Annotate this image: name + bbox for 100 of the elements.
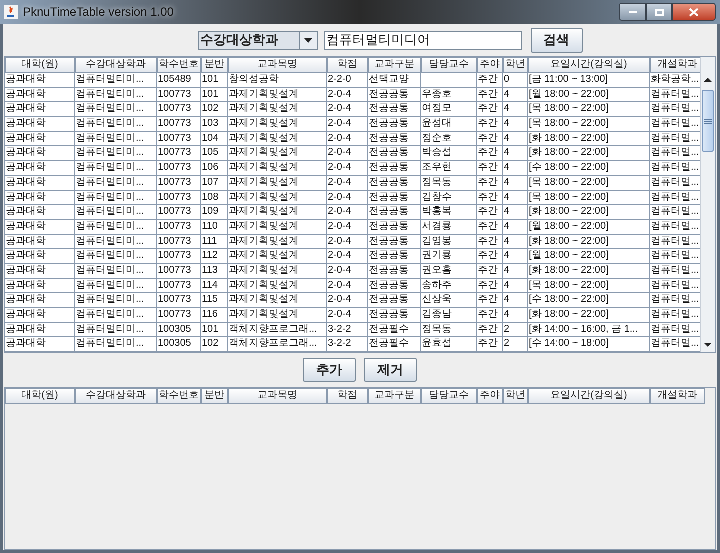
table-cell: 2 (503, 337, 528, 352)
search-button[interactable]: 검색 (530, 28, 582, 52)
column-header[interactable]: 개설학과 (650, 57, 700, 73)
action-button[interactable]: 제거 (364, 358, 417, 382)
table-cell: 권오흠 (421, 264, 477, 279)
table-cell: 100773 (157, 132, 201, 146)
column-header[interactable]: 교과목명 (228, 388, 327, 404)
table-cell: 전공공통 (368, 161, 421, 176)
table-cell: 조우현 (421, 161, 477, 176)
column-header[interactable]: 수강대상학과 (75, 57, 157, 73)
table-cell: 전공공통 (368, 278, 421, 294)
table-cell: 100773 (157, 102, 201, 118)
table-cell: 4 (503, 132, 528, 146)
table-cell: 과제기획및설계 (228, 102, 327, 118)
table-cell: 100773 (157, 234, 201, 250)
column-header[interactable]: 학점 (327, 57, 368, 73)
table-cell: 100305 (157, 337, 201, 352)
close-icon (689, 8, 699, 16)
table-cell: 100773 (157, 88, 201, 102)
table-cell: [화 18:00 ~ 22:00] (528, 264, 650, 279)
column-header[interactable]: 분반 (201, 57, 228, 73)
table-cell: 4 (503, 161, 528, 176)
table-cell: 주간 (477, 146, 503, 162)
table-cell: 공과대학 (5, 234, 75, 250)
table-cell: 컴퓨터멀티미... (75, 337, 157, 352)
table-cell: 2-2-0 (327, 73, 368, 88)
column-header[interactable]: 학수번호 (157, 57, 201, 73)
table-cell: 주간 (477, 264, 503, 279)
table-cell: 101 (201, 73, 228, 88)
table-cell: [화 18:00 ~ 22:00] (528, 234, 650, 250)
table-cell: 컴퓨터멀티미... (75, 146, 157, 162)
category-dropdown[interactable]: 수강대상학과 (198, 30, 318, 50)
column-header[interactable]: 주야 (477, 388, 503, 404)
table-cell: 4 (503, 249, 528, 264)
table-cell: 전공공통 (368, 146, 421, 162)
table-cell: 과제기획및설계 (228, 190, 327, 206)
search-field[interactable]: 컴퓨터멀티미디어 (324, 30, 522, 50)
table-cell: 100773 (157, 293, 201, 308)
close-button[interactable] (672, 3, 716, 21)
table-cell: 권기룡 (421, 249, 477, 264)
table-cell: 전공공통 (368, 102, 421, 118)
table-cell: 공과대학 (5, 73, 75, 88)
table-cell: 컴퓨터멀티미... (75, 278, 157, 294)
table-cell: 4 (503, 146, 528, 162)
table-cell: 과제기획및설계 (228, 117, 327, 132)
column-header[interactable]: 학점 (327, 388, 368, 404)
table-cell: 컴퓨터멀티미... (75, 308, 157, 323)
table-cell: 주간 (477, 220, 503, 235)
action-button[interactable]: 추가 (303, 358, 356, 382)
column-header[interactable]: 수강대상학과 (75, 388, 157, 404)
column-header[interactable]: 대학(원) (5, 388, 75, 404)
column-header[interactable]: 학수번호 (157, 388, 201, 404)
window-title: PknuTimeTable version 1.00 (23, 4, 174, 21)
table-cell: 컴퓨터멀티미... (75, 293, 157, 308)
maximize-button[interactable] (646, 3, 672, 21)
column-header[interactable]: 요일시간(강의실) (528, 57, 650, 73)
table-cell: 108 (201, 190, 228, 206)
table-cell: [목 18:00 ~ 22:00] (528, 278, 650, 294)
table-cell: 107 (201, 176, 228, 190)
table-cell: 2-0-4 (327, 249, 368, 264)
table-cell: [목 18:00 ~ 22:00] (528, 190, 650, 206)
scroll-thumb[interactable] (702, 90, 714, 152)
table-cell: 주간 (477, 102, 503, 118)
column-header[interactable]: 대학(원) (5, 57, 75, 73)
scrollbar[interactable] (700, 57, 715, 352)
table-cell: 102 (201, 102, 228, 118)
column-header[interactable]: 담당교수 (421, 388, 477, 404)
table-cell: [화 14:00 ~ 16:00, 금 1... (528, 322, 650, 338)
table-cell: 선택교양 (368, 73, 421, 88)
table-cell: 공과대학 (5, 146, 75, 162)
column-header[interactable]: 분반 (201, 388, 228, 404)
column-header[interactable]: 학년 (503, 388, 528, 404)
table-cell: 컴퓨터멀티미... (75, 117, 157, 132)
minimize-button[interactable] (619, 3, 646, 21)
column-header[interactable]: 학년 (503, 57, 528, 73)
table-cell: 101 (201, 88, 228, 102)
table-cell: 106 (201, 161, 228, 176)
table-cell: 100773 (157, 278, 201, 294)
column-header[interactable]: 요일시간(강의실) (528, 388, 650, 404)
table-cell: 공과대학 (5, 293, 75, 308)
table-cell: 2-0-4 (327, 308, 368, 323)
table-cell: 100773 (157, 205, 201, 220)
table-cell: 2-0-4 (327, 146, 368, 162)
table-cell: 공과대학 (5, 322, 75, 338)
table-cell: 컴퓨터멀티미... (75, 176, 157, 190)
table-cell: 신상욱 (421, 293, 477, 308)
column-header[interactable]: 교과구분 (368, 388, 421, 404)
table-cell: 주간 (477, 308, 503, 323)
table-cell: 컴퓨터멀티미... (75, 73, 157, 88)
column-header[interactable]: 교과목명 (228, 57, 327, 73)
column-header[interactable]: 교과구분 (368, 57, 421, 73)
table-cell: 2-0-4 (327, 102, 368, 118)
column-header[interactable]: 주야 (477, 57, 503, 73)
column-header[interactable]: 개설학과 (650, 388, 705, 404)
table-cell: 공과대학 (5, 249, 75, 264)
table-cell: 전공필수 (368, 337, 421, 352)
table-cell: 주간 (477, 132, 503, 146)
table-cell: 110 (201, 220, 228, 235)
column-header[interactable]: 담당교수 (421, 57, 477, 73)
table-cell: 111 (201, 234, 228, 250)
